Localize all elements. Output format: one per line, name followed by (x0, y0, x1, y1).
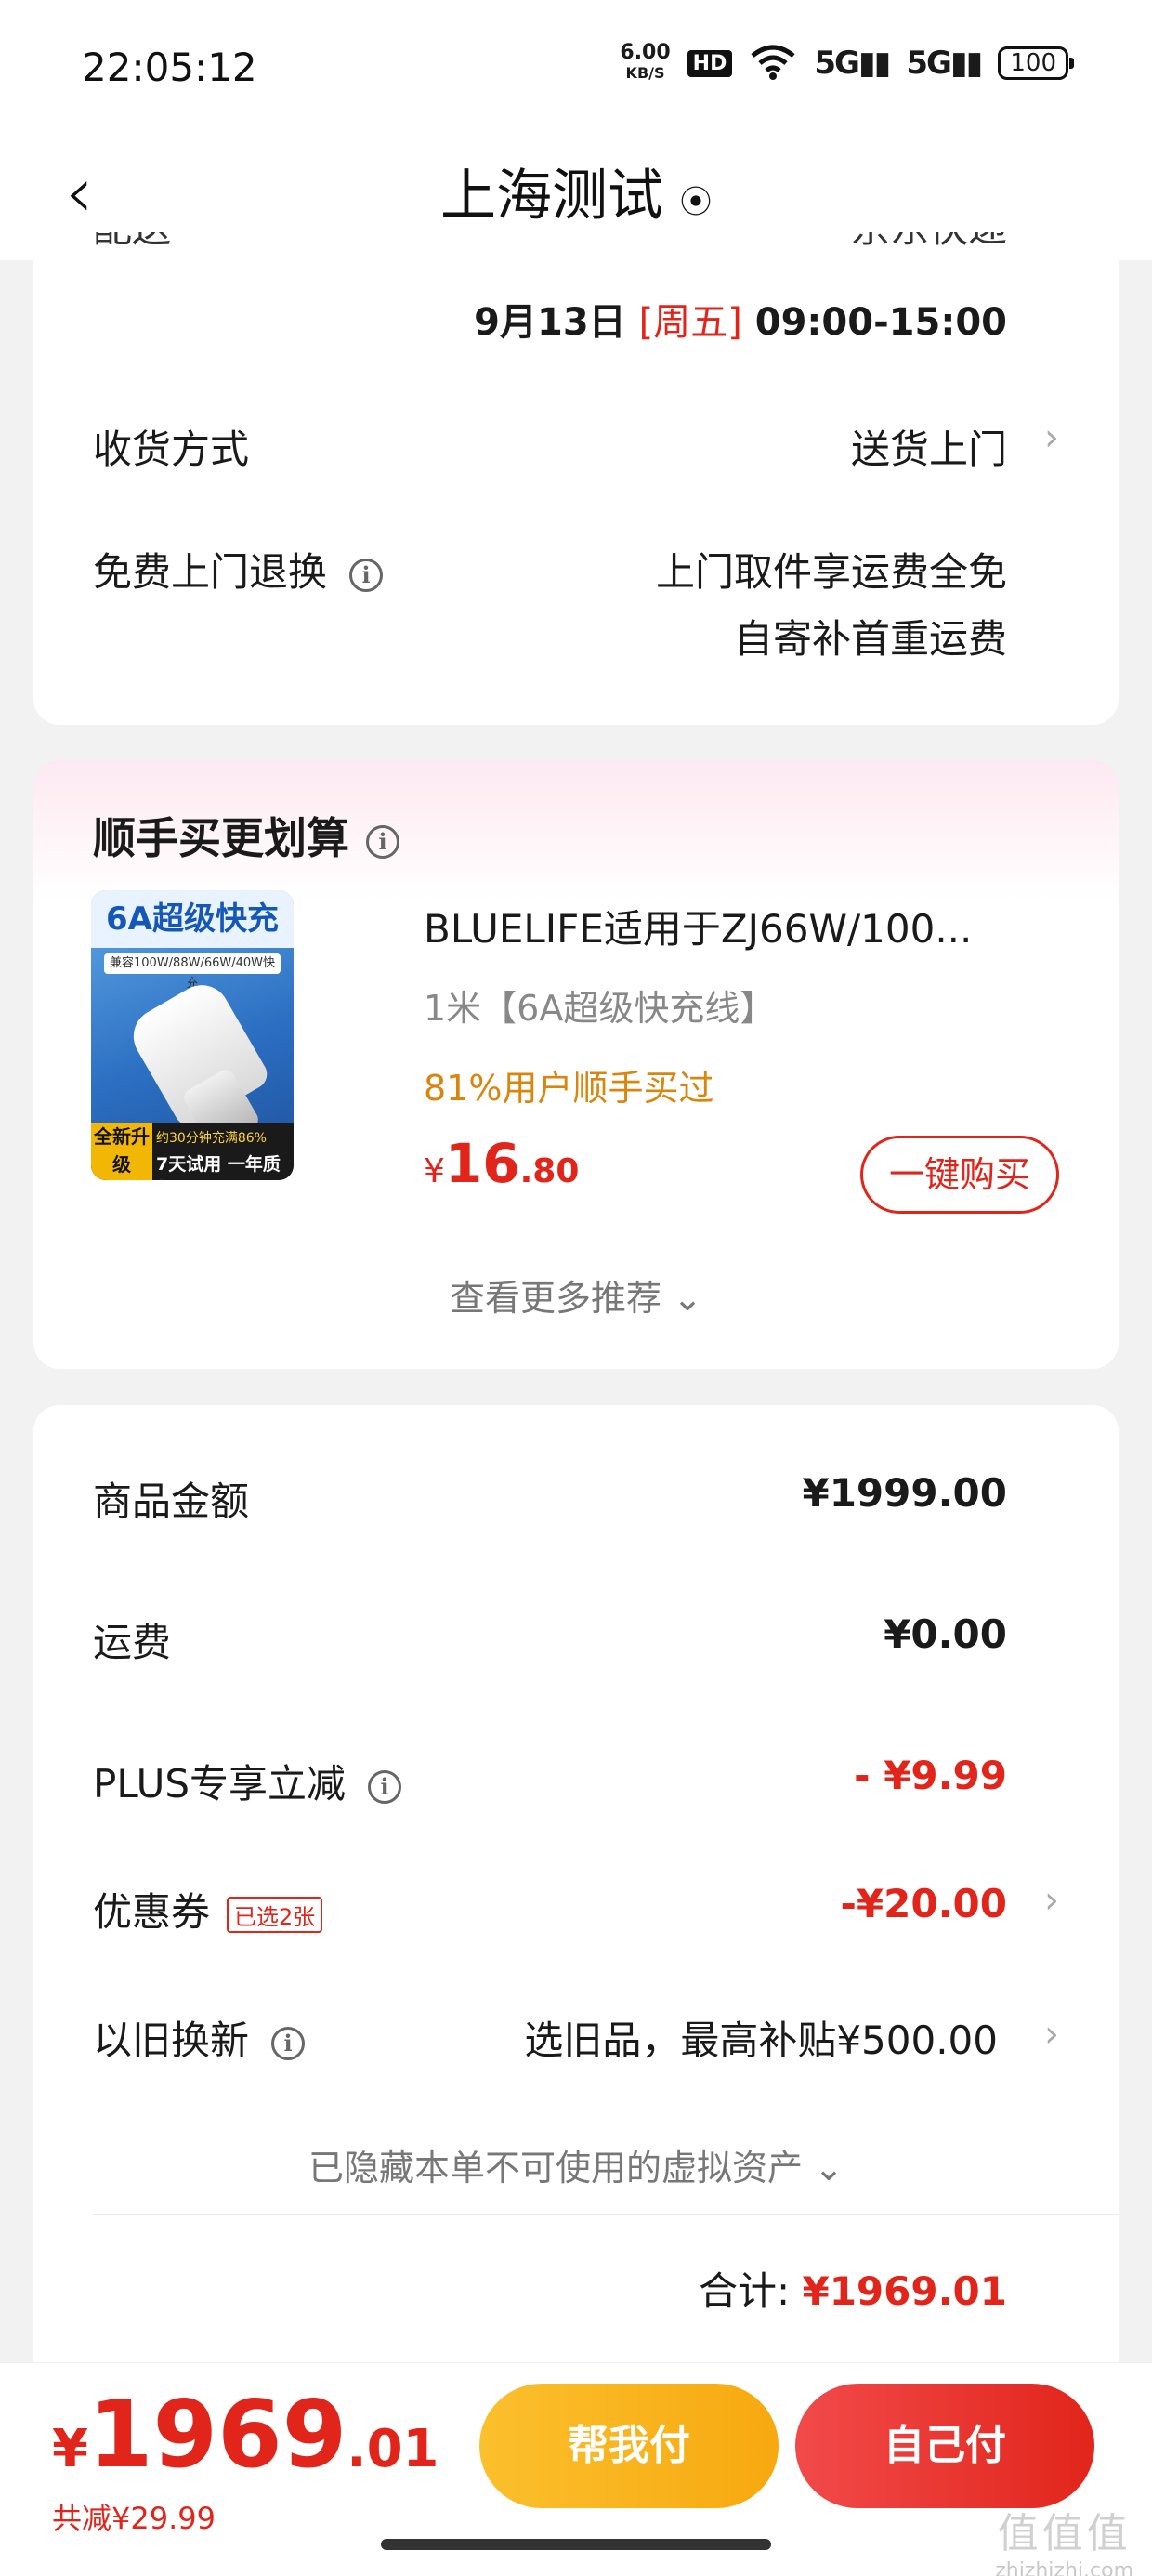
page-title[interactable]: 上海测试 ⦿ (0, 151, 1152, 231)
coupon-row[interactable]: 优惠券 已选2张 (93, 1881, 323, 1938)
goods-amount-value: ¥1999.00 (802, 1470, 1007, 1516)
info-icon[interactable]: i (366, 824, 399, 859)
pay-myself-button[interactable]: 自己付 (795, 2384, 1094, 2508)
delivery-date-day: 9月13日 (474, 301, 626, 344)
net-speed-value: 6.00 (620, 41, 671, 64)
info-icon[interactable]: i (271, 2026, 306, 2060)
divider (93, 2214, 1119, 2215)
trade-in-value[interactable]: 选旧品，最高补贴¥500.00 (524, 2009, 998, 2066)
plus-discount-row: PLUS专享立减 i (93, 1753, 402, 1809)
trade-in-row: 以旧换新 i (93, 2009, 306, 2066)
chevron-right-icon[interactable]: › (1044, 1879, 1059, 1922)
thumb-badge: 全新升级 约30分钟充满86% 7天试用 一年质保 (91, 1123, 294, 1180)
free-return-value-1: 上门取件享运费全免 (655, 549, 1007, 595)
signal-icon-2: 5G▮▮ (906, 45, 983, 82)
home-indicator[interactable] (381, 2539, 771, 2550)
chevron-right-icon[interactable]: › (1044, 2013, 1059, 2056)
payable-decimal: .01 (347, 2419, 439, 2479)
free-return-row: 免费上门退换 i (93, 541, 384, 598)
battery-icon: 100 (998, 46, 1074, 80)
wifi-icon (749, 43, 797, 84)
delivery-label: 配送 (93, 232, 171, 254)
one-click-buy-button[interactable]: 一键购买 (859, 1136, 1059, 1214)
net-speed: 6.00 KB/S (620, 43, 670, 84)
status-bar: 22:05:12 6.00 KB/S HD 5G▮▮ 5G▮▮ 100 (0, 0, 1152, 130)
watermark-logo: 值值值 (997, 2510, 1132, 2557)
thumb-badge-top: 约30分钟充满86% (156, 1131, 267, 1146)
signal-icon-1: 5G▮▮ (814, 45, 891, 82)
delivery-weekday: [周五] (638, 301, 742, 344)
info-icon[interactable]: i (368, 1769, 402, 1804)
help-me-pay-button[interactable]: 帮我付 (479, 2384, 779, 2508)
payable-integer: 1969 (87, 2380, 347, 2489)
status-icons: 6.00 KB/S HD 5G▮▮ 5G▮▮ 100 (620, 43, 1074, 84)
plus-discount-label: PLUS专享立减 (93, 1761, 347, 1807)
coupon-label: 优惠券 (93, 1889, 211, 1935)
price-currency: ¥ (424, 1152, 445, 1190)
free-return-value-2: 自寄补首重运费 (733, 616, 1007, 662)
delivery-date[interactable]: 9月13日 [周五] 09:00-15:00 (474, 292, 1007, 346)
price-decimal: .80 (519, 1152, 580, 1190)
product-purchase-hint: 81%用户顺手买过 (424, 1068, 714, 1109)
total-amount: ¥1969.01 (802, 2268, 1007, 2314)
shipping-label: 运费 (93, 1620, 172, 1665)
delivery-value[interactable]: 京东快递 (851, 232, 1007, 254)
total-saved: 共减¥29.99 (52, 2501, 216, 2536)
goods-amount-label: 商品金额 (93, 1479, 250, 1524)
thumb-tag: 兼容100W/88W/66W/40W快充 (104, 953, 281, 991)
watermark-url: zhizhizhi.com (995, 2559, 1133, 2576)
receive-method-label: 收货方式 (93, 427, 250, 472)
status-time: 22:05:12 (82, 45, 257, 90)
free-return-label: 免费上门退换 (93, 549, 328, 595)
receive-method-value[interactable]: 送货上门 (851, 418, 1007, 475)
shipping-value: ¥0.00 (884, 1611, 1007, 1657)
coupon-selected-badge: 已选2张 (227, 1897, 323, 1933)
total-label: 合计: (698, 2268, 791, 2314)
watermark: 值值值 zhizhizhi.com (995, 2500, 1133, 2576)
recommend-title: 顺手买更划算 (93, 813, 349, 863)
product-title[interactable]: BLUELIFE适用于ZJ66W/100... (424, 898, 1074, 954)
thumb-badge-left: 全新升级 (91, 1123, 152, 1180)
address-title: 上海测试 (440, 164, 663, 229)
chevron-right-icon[interactable]: › (1044, 416, 1059, 459)
recommend-card: 顺手买更划算 i 6A超级快充 兼容100W/88W/66W/40W快充 全新升级… (33, 760, 1119, 1369)
recommend-title-row: 顺手买更划算 i (93, 805, 399, 866)
delivery-card: 配送 京东快递 9月13日 [周五] 09:00-15:00 收货方式 送货上门… (33, 232, 1119, 725)
info-icon[interactable]: i (349, 558, 384, 592)
hd-icon: HD (687, 49, 733, 77)
thumb-badge-right: 7天试用 一年质保 (156, 1154, 281, 1180)
product-thumbnail[interactable]: 6A超级快充 兼容100W/88W/66W/40W快充 全新升级 约30分钟充满… (91, 890, 294, 1180)
more-recommendations-link[interactable]: 查看更多推荐 ⌄ (33, 1269, 1119, 1321)
price-integer: 16 (444, 1132, 520, 1195)
thumb-headline: 6A超级快充 (91, 890, 294, 948)
net-speed-unit: KB/S (625, 64, 665, 82)
delivery-time-range: 09:00-15:00 (754, 301, 1007, 344)
product-price: ¥16.80 (424, 1132, 579, 1195)
hidden-assets-toggle[interactable]: 已隐藏本单不可使用的虚拟资产 ⌄ (33, 2139, 1119, 2190)
payable-currency: ¥ (52, 2419, 88, 2479)
total-row: 合计: ¥1969.01 (699, 2260, 1007, 2317)
location-pin-icon: ⦿ (680, 183, 712, 221)
trade-in-label: 以旧换新 (93, 2017, 250, 2063)
product-spec[interactable]: 1米【6A超级快充线】 (424, 979, 775, 1031)
payable-price: ¥1969.01 (52, 2380, 439, 2489)
plus-discount-value: - ¥9.99 (854, 1753, 1007, 1798)
coupon-value[interactable]: -¥20.00 (840, 1881, 1007, 1926)
